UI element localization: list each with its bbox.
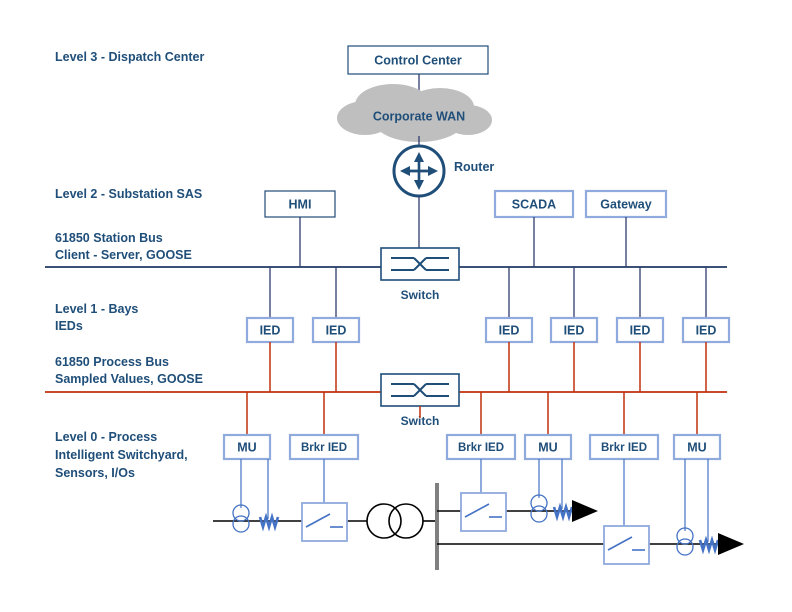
- voltage-transformer-icon-3: [698, 535, 720, 555]
- process-switch-node[interactable]: Switch: [380, 373, 460, 428]
- brkr-ied-label-1: Brkr IED: [301, 442, 347, 454]
- circuit-breaker-icon-1[interactable]: [301, 502, 348, 542]
- feeder2-terminator-arrow: [718, 533, 744, 555]
- mu-node-2[interactable]: MU: [523, 392, 573, 461]
- control-center-node[interactable]: Control Center: [347, 45, 489, 75]
- current-transformer-icon-3: [676, 527, 694, 556]
- ied-node-2[interactable]: IED: [311, 267, 361, 392]
- scada-label: SCADA: [512, 197, 556, 211]
- current-transformer-icon-2: [530, 494, 548, 523]
- control-center-label: Control Center: [374, 53, 462, 67]
- switchyard-primary: [213, 483, 744, 570]
- router-node[interactable]: Router: [392, 144, 494, 198]
- ied-row-group: IED IED IED IED IED IED: [245, 267, 731, 392]
- level-label-level0-line1: Level 0 - Process: [55, 430, 157, 444]
- gateway-label: Gateway: [600, 197, 651, 211]
- level-label-level1-line1: Level 1 - Bays: [55, 302, 138, 316]
- scada-node[interactable]: SCADA: [493, 189, 575, 219]
- level-label-level0-line3: Sensors, I/Os: [55, 466, 135, 480]
- process-bus-label-line1: 61850 Process Bus: [55, 355, 169, 369]
- level-label-level3: Level 3 - Dispatch Center: [55, 50, 204, 64]
- level-label-level2: Level 2 - Substation SAS: [55, 187, 202, 201]
- brkr-ied-label-2: Brkr IED: [458, 442, 504, 454]
- circuit-breaker-icon-3[interactable]: [603, 525, 650, 565]
- ied-node-4[interactable]: IED: [549, 267, 599, 392]
- hmi-node[interactable]: HMI: [264, 190, 336, 218]
- voltage-transformer-icon-2: [552, 502, 574, 522]
- brkr-ied-node-1[interactable]: Brkr IED: [288, 392, 360, 461]
- corporate-wan-label: Corporate WAN: [373, 109, 465, 123]
- station-bus-label-line2: Client - Server, GOOSE: [55, 248, 192, 262]
- brkr-ied-label-3: Brkr IED: [601, 442, 647, 454]
- ied-label-4: IED: [564, 323, 585, 337]
- router-label: Router: [454, 160, 494, 174]
- level-label-level0-line2: Intelligent Switchyard,: [55, 448, 188, 462]
- breaker-box-2[interactable]: [460, 492, 507, 532]
- station-switch-label: Switch: [401, 288, 440, 302]
- gateway-node[interactable]: Gateway: [584, 189, 668, 219]
- level-labels-group: Level 3 - Dispatch Center Level 2 - Subs…: [55, 50, 204, 480]
- transformer-icon: [366, 503, 424, 539]
- ied-label-2: IED: [326, 323, 347, 337]
- mu-node-1[interactable]: MU: [222, 392, 272, 461]
- circuit-breaker-icon-2[interactable]: [460, 492, 507, 532]
- ied-label-6: IED: [696, 323, 717, 337]
- brkr-ied-node-3[interactable]: Brkr IED: [588, 392, 660, 461]
- substation-architecture-diagram: Level 3 - Dispatch Center Level 2 - Subs…: [0, 0, 792, 612]
- mu-label-3: MU: [687, 440, 706, 454]
- ied-node-5[interactable]: IED: [615, 267, 665, 392]
- ied-label-3: IED: [499, 323, 520, 337]
- ied-label-1: IED: [260, 323, 281, 337]
- process-devices-group: MU Brkr IED Brkr IED MU Brkr IED MU: [222, 392, 722, 461]
- process-bus-label-line2: Sampled Values, GOOSE: [55, 372, 203, 386]
- corporate-wan-cloud: Corporate WAN: [337, 84, 492, 142]
- current-transformer-icon-1: [232, 504, 250, 533]
- ied-node-1[interactable]: IED: [245, 267, 295, 392]
- breaker-box-1[interactable]: [301, 502, 348, 542]
- voltage-transformer-icon-1: [258, 512, 280, 532]
- level-label-level1-line2: IEDs: [55, 319, 83, 333]
- mu-label-1: MU: [237, 440, 256, 454]
- hmi-label: HMI: [289, 197, 312, 211]
- station-switch-node[interactable]: Switch: [380, 247, 460, 302]
- feeder1-terminator-arrow: [572, 500, 598, 522]
- ied-node-6[interactable]: IED: [681, 267, 731, 392]
- station-bus-label-line1: 61850 Station Bus: [55, 231, 163, 245]
- mu-node-3[interactable]: MU: [672, 392, 722, 461]
- ied-node-3[interactable]: IED: [484, 267, 534, 392]
- mu-label-2: MU: [538, 440, 557, 454]
- breaker-box-3[interactable]: [603, 525, 650, 565]
- ied-label-5: IED: [630, 323, 651, 337]
